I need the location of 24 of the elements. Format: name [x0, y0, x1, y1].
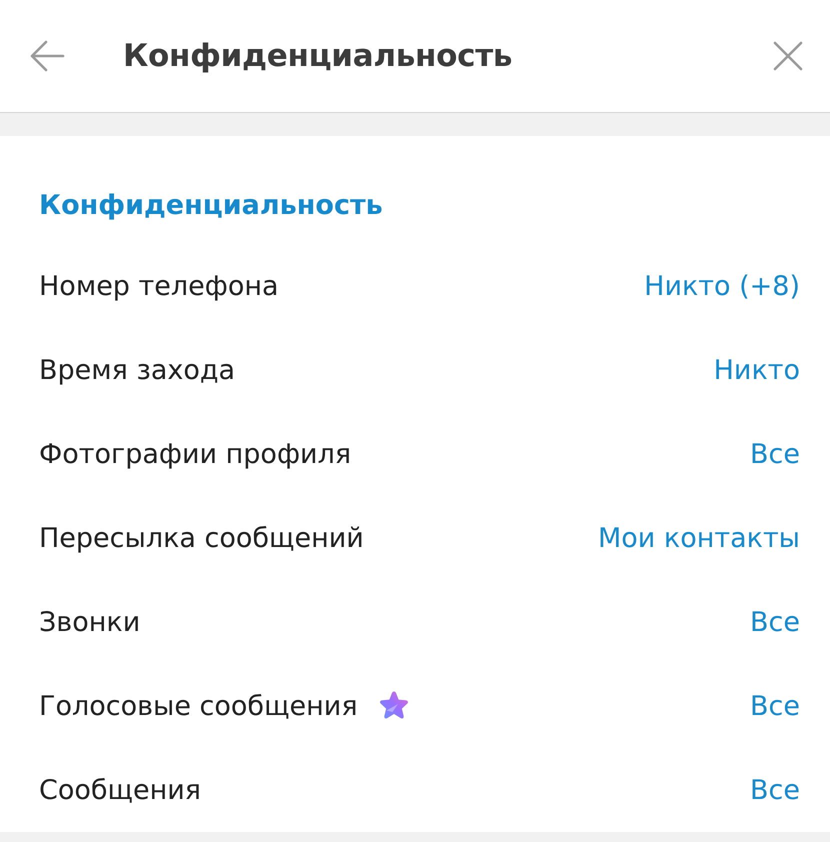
settings-row[interactable]: Голосовые сообщения Все: [0, 664, 830, 748]
settings-row[interactable]: Пересылка сообщений Мои контакты: [0, 496, 830, 580]
settings-row[interactable]: Время захода Никто: [0, 328, 830, 412]
row-label: Время захода: [39, 356, 236, 384]
row-value: Никто (+8): [644, 272, 800, 300]
row-label: Номер телефона: [39, 272, 279, 300]
row-value: Все: [750, 440, 800, 468]
row-label: Сообщения: [39, 776, 202, 804]
settings-row[interactable]: Фотографии профиля Все: [0, 412, 830, 496]
close-icon[interactable]: [772, 40, 804, 72]
row-value: Все: [750, 776, 800, 804]
settings-row[interactable]: Звонки Все: [0, 580, 830, 664]
row-label: Фотографии профиля: [39, 440, 352, 468]
settings-row[interactable]: Сообщения Все: [0, 748, 830, 832]
settings-row[interactable]: Номер телефона Никто (+8): [0, 244, 830, 328]
row-label: Пересылка сообщений: [39, 524, 364, 552]
row-label: Голосовые сообщения: [39, 692, 358, 720]
row-value: Все: [750, 692, 800, 720]
row-value: Все: [750, 608, 800, 636]
row-label: Звонки: [39, 608, 140, 636]
row-value: Никто: [714, 356, 800, 384]
section-title: Конфиденциальность: [39, 192, 383, 218]
row-value: Мои контакты: [598, 524, 800, 552]
window-title: Конфиденциальность: [123, 40, 512, 72]
